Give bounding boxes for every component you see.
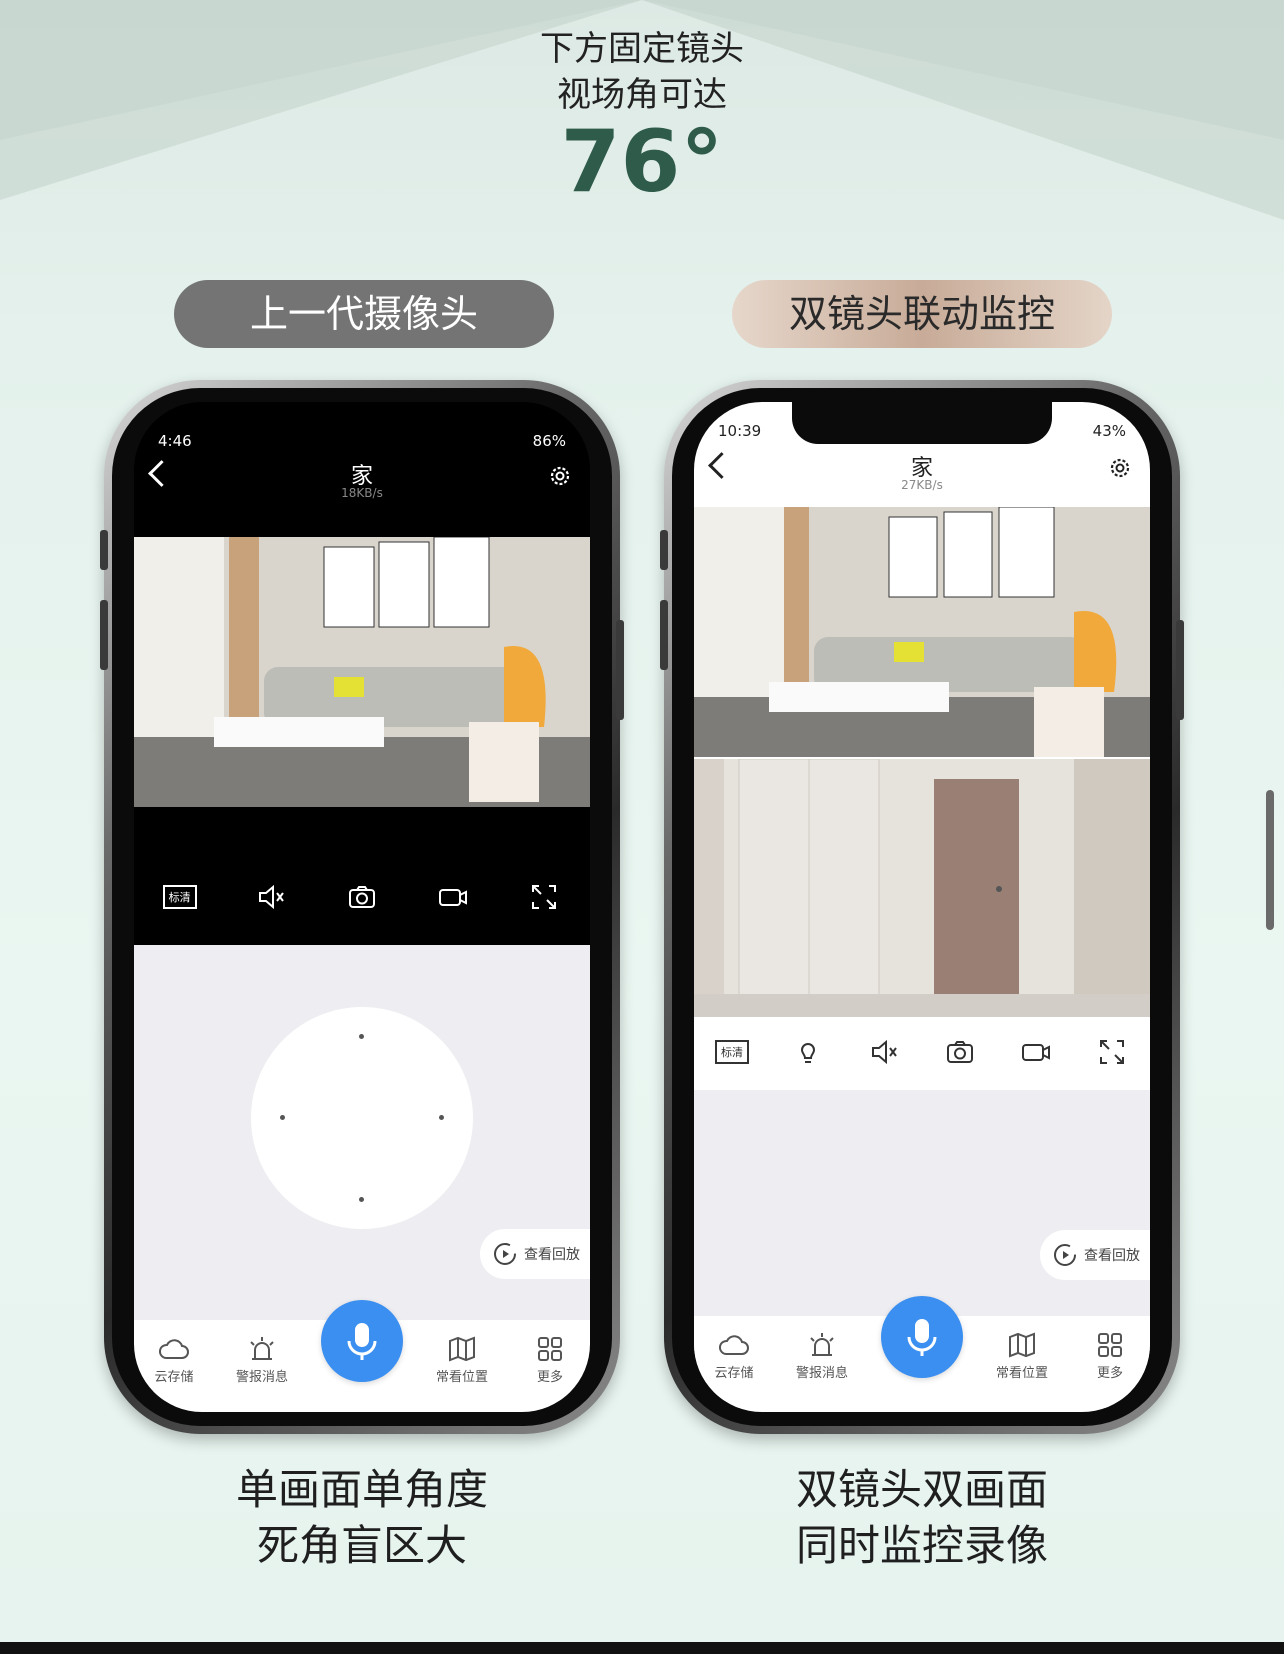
map-icon [1009, 1332, 1035, 1358]
light-icon[interactable] [791, 1035, 825, 1069]
previous-camera-pill: 上一代摄像头 [174, 280, 554, 348]
snapshot-icon[interactable] [345, 880, 379, 914]
camera-view-living-room [694, 507, 1150, 757]
tab-label: 更多 [1096, 1366, 1123, 1381]
alarm-icon [250, 1337, 274, 1360]
playback-button[interactable]: 查看回放 [480, 1229, 590, 1279]
control-bar: 标清 [134, 862, 590, 932]
quality-icon[interactable]: 标清 [715, 1035, 749, 1069]
page-scrollbar[interactable] [1266, 790, 1274, 930]
side-button [660, 530, 668, 570]
side-button [100, 530, 108, 570]
caption-right-line2: 同时监控录像 [795, 1521, 1048, 1570]
playback-button[interactable]: 查看回放 [1040, 1230, 1150, 1280]
alarm-icon [810, 1333, 834, 1356]
map-icon [449, 1336, 475, 1362]
tab-favorite-positions[interactable]: 常看位置 [982, 1328, 1062, 1381]
ptz-down[interactable] [359, 1197, 364, 1202]
field-of-view-angle: 76° [560, 112, 724, 212]
tab-alarm-messages[interactable]: 警报消息 [782, 1328, 862, 1381]
tab-label: 警报消息 [235, 1370, 288, 1385]
mute-icon[interactable] [867, 1035, 901, 1069]
ptz-panel: 查看回放 [134, 945, 590, 1330]
talk-mic-button[interactable] [321, 1300, 403, 1382]
microphone-icon [907, 1319, 937, 1356]
fullscreen-icon[interactable] [1095, 1035, 1129, 1069]
phone-right: 10:39 43% 家 27KB/s 标清 查看回放 云存储 警报消息 常看位置… [660, 380, 1184, 1434]
power-button [616, 620, 624, 720]
control-bar: 标清 [694, 1017, 1150, 1087]
tab-alarm-messages[interactable]: 警报消息 [222, 1332, 302, 1385]
tab-label: 常看位置 [435, 1370, 488, 1385]
quality-label: 标清 [162, 885, 197, 909]
tab-favorite-positions[interactable]: 常看位置 [422, 1332, 502, 1385]
quality-icon[interactable]: 标清 [162, 880, 197, 914]
bitrate: 18KB/s [341, 486, 383, 500]
ptz-joystick[interactable] [251, 1007, 473, 1229]
caption-left: 单画面单角度 死角盲区大 [104, 1462, 620, 1574]
top-bar: 家 27KB/s [694, 434, 1150, 514]
record-icon[interactable] [436, 880, 470, 914]
ptz-right[interactable] [439, 1115, 444, 1120]
headline-line1: 下方固定镜头 [540, 29, 744, 69]
bottom-tab-bar: 云存储 警报消息 常看位置 更多 [694, 1296, 1150, 1408]
content-panel: 查看回放 [694, 1090, 1150, 1330]
tab-label: 云存储 [154, 1370, 194, 1385]
ptz-up[interactable] [359, 1034, 364, 1039]
grid-icon [538, 1337, 562, 1361]
ptz-left[interactable] [280, 1115, 285, 1120]
status-bar: 4:46 86% [134, 402, 590, 450]
tab-label: 常看位置 [995, 1366, 1048, 1381]
top-bar: 家 18KB/s [134, 442, 590, 522]
grid-icon [1098, 1333, 1122, 1357]
record-icon[interactable] [1019, 1035, 1053, 1069]
fullscreen-icon[interactable] [527, 880, 561, 914]
settings-gear-icon[interactable] [548, 464, 572, 488]
tab-label: 更多 [536, 1370, 563, 1385]
tab-label: 警报消息 [795, 1366, 848, 1381]
volume-button [660, 600, 668, 670]
talk-mic-button[interactable] [881, 1296, 963, 1378]
power-button [1176, 620, 1184, 720]
cloud-icon [719, 1335, 749, 1355]
tab-cloud-storage[interactable]: 云存储 [134, 1332, 214, 1385]
caption-right-line1: 双镜头双画面 [795, 1465, 1048, 1514]
tab-label: 云存储 [714, 1366, 754, 1381]
quality-label: 标清 [715, 1040, 749, 1064]
bottom-edge [0, 1642, 1284, 1654]
cloud-icon [159, 1339, 189, 1359]
snapshot-icon[interactable] [943, 1035, 977, 1069]
tab-cloud-storage[interactable]: 云存储 [694, 1328, 774, 1381]
camera-view-entryway [694, 759, 1150, 1017]
app-screen-right: 10:39 43% 家 27KB/s 标清 查看回放 云存储 警报消息 常看位置… [694, 402, 1150, 1412]
tab-more[interactable]: 更多 [510, 1332, 590, 1385]
camera-view-living-room [134, 537, 590, 807]
playback-icon [1054, 1244, 1076, 1266]
caption-left-line2: 死角盲区大 [256, 1521, 467, 1570]
playback-icon [494, 1243, 516, 1265]
bitrate: 27KB/s [901, 478, 943, 492]
settings-gear-icon[interactable] [1108, 456, 1132, 480]
phone-left: 4:46 86% 家 18KB/s 标清 查看回放 云存储 警报消息 常看位置 … [100, 380, 624, 1434]
playback-label: 查看回放 [1084, 1248, 1140, 1264]
bottom-tab-bar: 云存储 警报消息 常看位置 更多 [134, 1300, 590, 1412]
caption-left-line1: 单画面单角度 [235, 1465, 488, 1514]
dual-lens-pill: 双镜头联动监控 [732, 280, 1112, 348]
tab-more[interactable]: 更多 [1070, 1328, 1150, 1381]
app-screen-left: 4:46 86% 家 18KB/s 标清 查看回放 云存储 警报消息 常看位置 … [134, 402, 590, 1412]
mute-icon[interactable] [254, 880, 288, 914]
playback-label: 查看回放 [524, 1247, 580, 1263]
microphone-icon [347, 1323, 377, 1360]
caption-right: 双镜头双画面 同时监控录像 [664, 1462, 1180, 1574]
volume-button [100, 600, 108, 670]
